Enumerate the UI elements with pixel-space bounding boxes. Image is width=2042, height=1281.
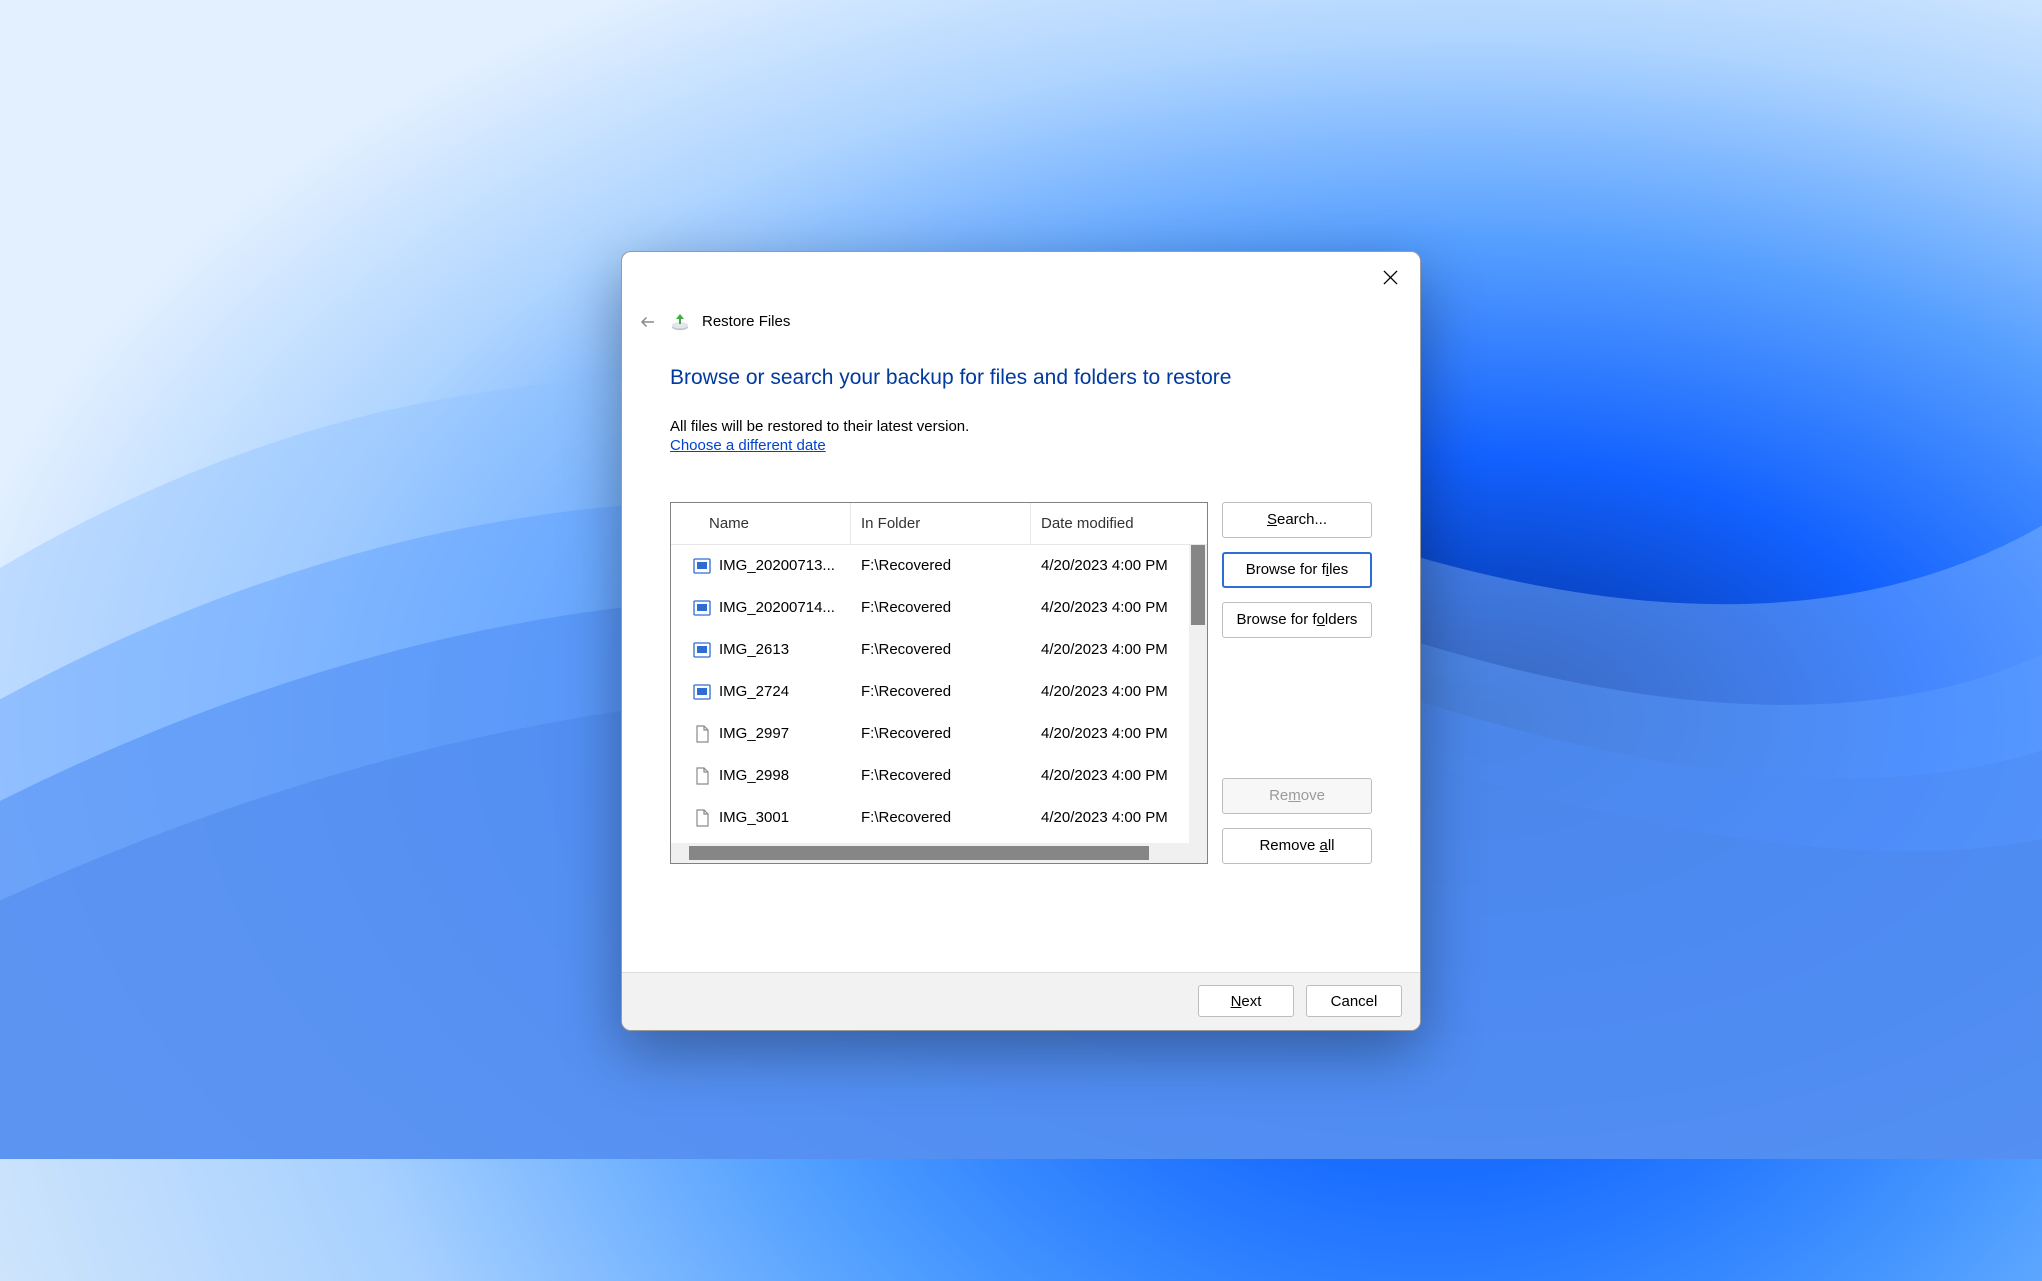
file-folder: F:\Recovered: [851, 641, 1031, 658]
t: Browse for f: [1237, 611, 1317, 628]
picture-icon: [693, 641, 711, 659]
file-date: 4/20/2023 4:00 PM: [1031, 683, 1207, 700]
file-folder: F:\Recovered: [851, 683, 1031, 700]
file-date: 4/20/2023 4:00 PM: [1031, 767, 1207, 784]
picture-icon: [693, 599, 711, 617]
t: les: [1329, 561, 1348, 578]
file-row[interactable]: IMG_2997 F:\Recovered4/20/2023 4:00 PM: [671, 713, 1207, 755]
file-date: 4/20/2023 4:00 PM: [1031, 809, 1207, 826]
side-buttons: Search... Browse for files Browse for fo…: [1222, 502, 1372, 864]
file-folder: F:\Recovered: [851, 599, 1031, 616]
document-icon: [693, 725, 711, 743]
file-row[interactable]: IMG_2998 F:\Recovered4/20/2023 4:00 PM: [671, 755, 1207, 797]
body-row: Name In Folder Date modified IMG_2020071…: [670, 502, 1372, 864]
window-title: Restore Files: [702, 313, 790, 330]
restore-icon: [670, 312, 690, 332]
footer: Next Cancel: [622, 972, 1420, 1030]
horizontal-scrollbar[interactable]: [671, 843, 1189, 863]
picture-icon: [693, 683, 711, 701]
file-name: IMG_2997: [719, 725, 789, 742]
file-name: IMG_2613: [719, 641, 789, 658]
t: a: [1320, 837, 1328, 854]
scroll-corner: [1189, 843, 1207, 863]
file-date: 4/20/2023 4:00 PM: [1031, 641, 1207, 658]
file-folder: F:\Recovered: [851, 767, 1031, 784]
file-date: 4/20/2023 4:00 PM: [1031, 725, 1207, 742]
picture-icon: [693, 557, 711, 575]
content-area: Browse or search your backup for files a…: [622, 338, 1420, 972]
column-header-date[interactable]: Date modified: [1031, 503, 1207, 544]
file-row[interactable]: IMG_3001 F:\Recovered4/20/2023 4:00 PM: [671, 797, 1207, 839]
document-icon: [693, 809, 711, 827]
t: ext: [1241, 993, 1261, 1010]
next-button[interactable]: Next: [1198, 985, 1294, 1017]
cancel-button[interactable]: Cancel: [1306, 985, 1402, 1017]
search-underline: S: [1267, 511, 1277, 528]
t: m: [1288, 787, 1301, 804]
t: ll: [1328, 837, 1335, 854]
file-name: IMG_20200713...: [719, 557, 835, 574]
page-heading: Browse or search your backup for files a…: [670, 366, 1372, 390]
search-button[interactable]: Search...: [1222, 502, 1372, 538]
header-row: Restore Files: [622, 292, 1420, 338]
file-list: Name In Folder Date modified IMG_2020071…: [670, 502, 1208, 864]
remove-button: Remove: [1222, 778, 1372, 814]
vertical-scroll-thumb[interactable]: [1191, 545, 1205, 625]
file-row[interactable]: IMG_20200713... F:\Recovered4/20/2023 4:0…: [671, 545, 1207, 587]
t: o: [1317, 611, 1325, 628]
file-date: 4/20/2023 4:00 PM: [1031, 599, 1207, 616]
back-button[interactable]: [638, 312, 658, 332]
column-header-folder[interactable]: In Folder: [851, 503, 1031, 544]
file-folder: F:\Recovered: [851, 725, 1031, 742]
column-header-name[interactable]: Name: [671, 503, 851, 544]
t: lders: [1325, 611, 1358, 628]
t: ove: [1301, 787, 1325, 804]
t: N: [1231, 993, 1242, 1010]
file-name: IMG_2724: [719, 683, 789, 700]
file-name: IMG_20200714...: [719, 599, 835, 616]
subtext: All files will be restored to their late…: [670, 418, 1372, 435]
close-button[interactable]: [1378, 266, 1402, 290]
browse-files-button[interactable]: Browse for files: [1222, 552, 1372, 588]
remove-all-button[interactable]: Remove all: [1222, 828, 1372, 864]
document-icon: [693, 767, 711, 785]
choose-date-link[interactable]: Choose a different date: [670, 437, 1372, 454]
file-name: IMG_2998: [719, 767, 789, 784]
t: Remove: [1259, 837, 1319, 854]
file-folder: F:\Recovered: [851, 557, 1031, 574]
browse-folders-button[interactable]: Browse for folders: [1222, 602, 1372, 638]
list-header: Name In Folder Date modified: [671, 503, 1207, 545]
list-body: IMG_20200713...F:\Recovered4/20/2023 4:0…: [671, 545, 1207, 863]
file-row[interactable]: IMG_2724 F:\Recovered4/20/2023 4:00 PM: [671, 671, 1207, 713]
file-date: 4/20/2023 4:00 PM: [1031, 557, 1207, 574]
titlebar: [622, 252, 1420, 292]
file-row[interactable]: IMG_20200714... F:\Recovered4/20/2023 4:0…: [671, 587, 1207, 629]
restore-files-dialog: Restore Files Browse or search your back…: [621, 251, 1421, 1031]
t: Browse for f: [1246, 561, 1326, 578]
file-folder: F:\Recovered: [851, 809, 1031, 826]
horizontal-scroll-thumb[interactable]: [689, 846, 1149, 860]
vertical-scrollbar[interactable]: [1189, 545, 1207, 843]
file-row[interactable]: IMG_2613 F:\Recovered4/20/2023 4:00 PM: [671, 629, 1207, 671]
t: Re: [1269, 787, 1288, 804]
file-name: IMG_3001: [719, 809, 789, 826]
